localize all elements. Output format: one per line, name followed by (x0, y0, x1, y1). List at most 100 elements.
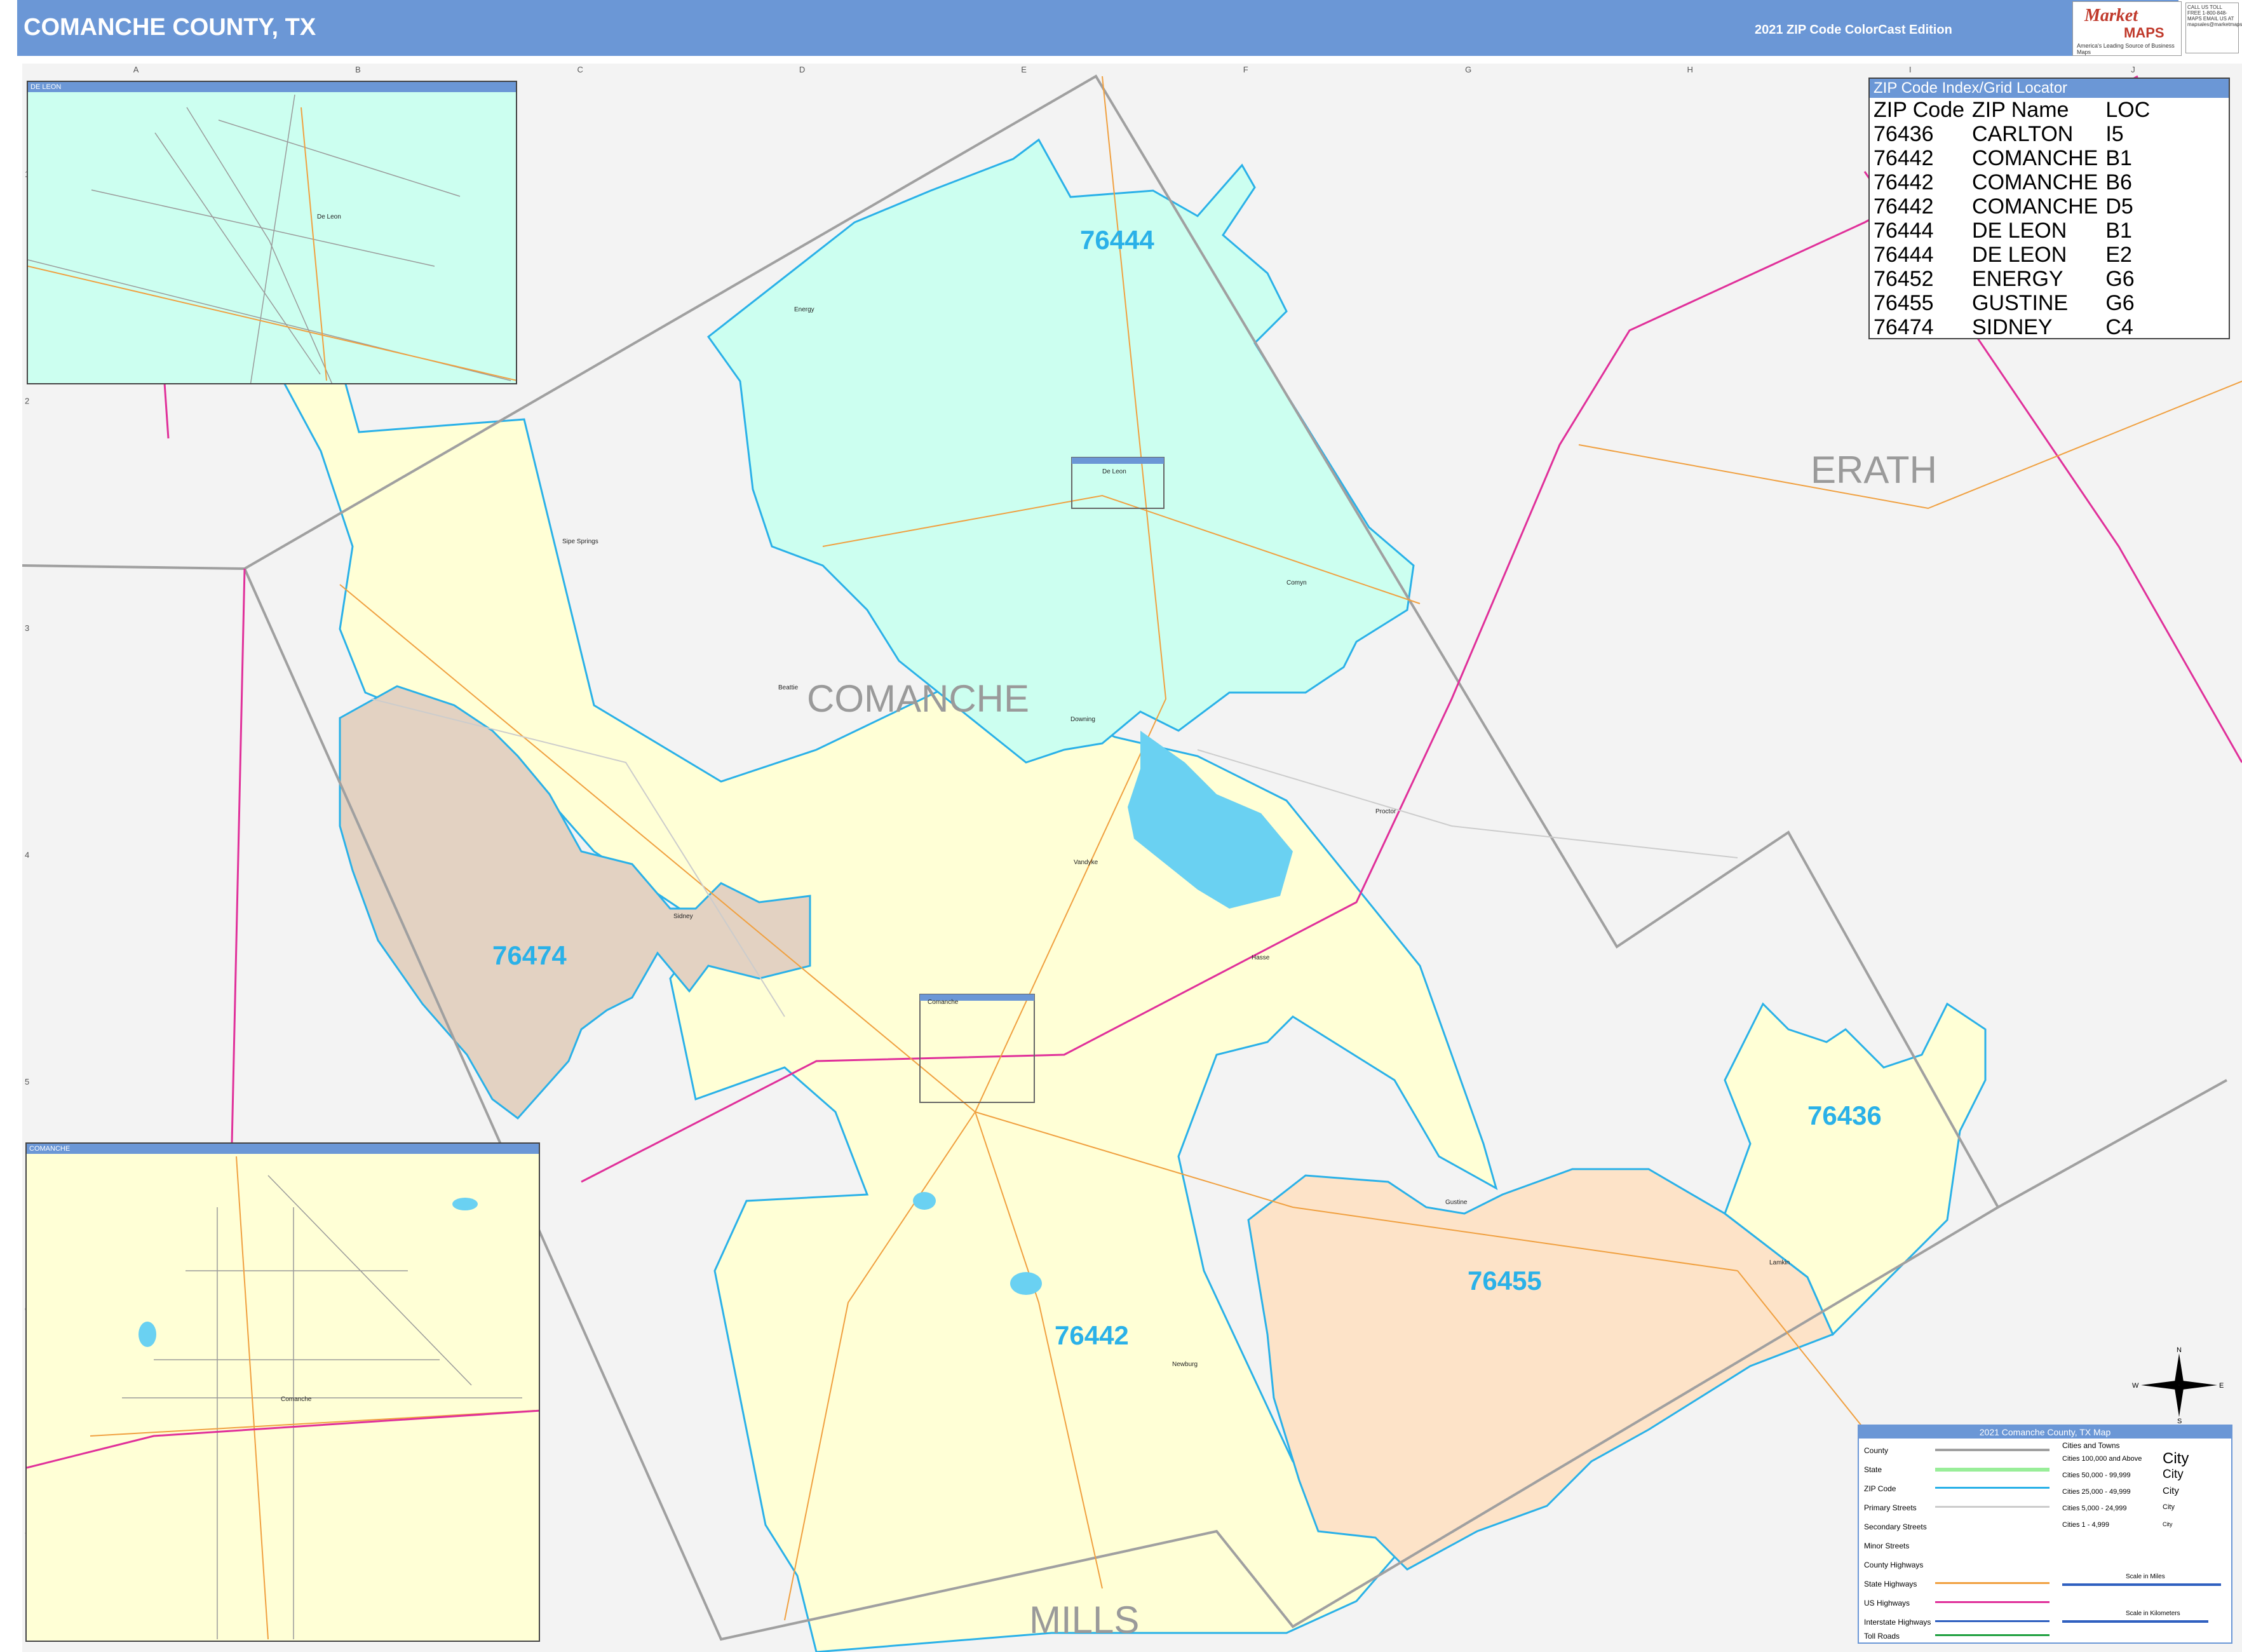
legend-title: 2021 Comanche County, TX Map (1859, 1426, 2231, 1439)
zip-index-name: SIDNEY (1972, 315, 2053, 339)
inset-comanche-town: Comanche (281, 1396, 312, 1403)
town-de-leon: De Leon (1102, 468, 1126, 475)
legend-interstate: Interstate Highways (1864, 1618, 1931, 1627)
legend-swatch-primary (1935, 1506, 2050, 1508)
zip-index-code: 76436 (1874, 122, 1934, 146)
county-label-erath: ERATH (1811, 449, 1937, 491)
zip-index-row: 76444 DE LEON E2 (1874, 243, 2158, 267)
town-sidney: Sidney (673, 913, 693, 920)
compass-rose-icon: N S E W (2132, 1347, 2224, 1423)
zip-index-row: 76455 GUSTINE G6 (1874, 291, 2158, 315)
legend-sample-4: City (2163, 1503, 2175, 1511)
legend-us-hwy: US Highways (1864, 1599, 1910, 1608)
zip-code-index: ZIP Code Index/Grid Locator ZIP Code ZIP… (1868, 78, 2230, 339)
legend-cities-header: Cities and Towns (2062, 1441, 2120, 1450)
grid-col-I: I (1909, 65, 1912, 74)
legend-swatch-us-hwy (1935, 1601, 2050, 1603)
grid-row-2: 2 (25, 396, 29, 406)
zip-index-code: 76474 (1874, 315, 1934, 339)
zip-label-76444: 76444 (1080, 225, 1154, 255)
legend-sample-5: City (2163, 1521, 2173, 1527)
legend-class-5: Cities 1 - 4,999 (2062, 1521, 2109, 1529)
legend-toll: Toll Roads (1864, 1632, 1900, 1641)
zip-index-loc: C4 (2105, 315, 2133, 339)
town-vandyke: Vandyke (1074, 859, 1098, 866)
legend-sample-2: City (2163, 1468, 2184, 1481)
zip-index-header-name: ZIP Name (1972, 98, 2069, 122)
zip-index-name: CARLTON (1972, 122, 2074, 146)
town-newburg: Newburg (1172, 1361, 1198, 1368)
zip-index-name: GUSTINE (1972, 291, 2069, 315)
town-lamkin: Lamkin (1769, 1259, 1790, 1266)
legend-scale-km: Scale in Kilometers (2126, 1610, 2180, 1617)
zip-index-code: 76442 (1874, 146, 1934, 170)
zip-label-76474: 76474 (492, 940, 567, 970)
town-comanche: Comanche (928, 999, 959, 1006)
compass-w: W (2132, 1382, 2139, 1390)
town-gustine: Gustine (1445, 1199, 1468, 1206)
grid-col-A: A (133, 65, 139, 74)
zip-index-row: 76444 DE LEON B1 (1874, 219, 2158, 243)
inset-de-leon[interactable]: DE LEON De Leon (27, 81, 517, 384)
county-label-mills: MILLS (1029, 1599, 1139, 1641)
grid-row-5: 5 (25, 1077, 29, 1087)
legend-primary: Primary Streets (1864, 1503, 1917, 1512)
zip-index-row: 76442 COMANCHE B1 (1874, 146, 2158, 170)
logo-maps: MAPS (2124, 25, 2164, 41)
zip-index-code: 76444 (1874, 219, 1934, 243)
legend-minor: Minor Streets (1864, 1541, 1910, 1550)
zip-index-table: ZIP Code ZIP Name LOC 76436 CARLTON I5 7644… (1874, 98, 2158, 339)
legend-class-2: Cities 50,000 - 99,999 (2062, 1472, 2131, 1479)
grid-col-G: G (1465, 65, 1471, 74)
grid-row-3: 3 (25, 623, 29, 633)
zip-index-header-loc: LOC (2105, 98, 2151, 122)
grid-row-4: 4 (25, 850, 29, 860)
legend-sample-1: City (2163, 1450, 2189, 1467)
legend-swatch-interstate (1935, 1620, 2050, 1622)
map-title: COMANCHE COUNTY, TX (24, 14, 316, 41)
grid-col-B: B (355, 65, 361, 74)
logo-tagline: America's Leading Source of Business Map… (2077, 43, 2175, 55)
legend-zip: ZIP Code (1864, 1484, 1896, 1493)
zip-index-header-code: ZIP Code (1874, 98, 1965, 122)
inset-comanche[interactable]: COMANCHE Comanche (25, 1142, 540, 1642)
zip-label-76442: 76442 (1055, 1320, 1129, 1350)
zip-index-row: 76442 COMANCHE B6 (1874, 170, 2158, 194)
zip-index-name: COMANCHE (1972, 170, 2098, 194)
town-energy: Energy (794, 306, 814, 313)
zip-label-76455: 76455 (1468, 1266, 1542, 1296)
legend-secondary: Secondary Streets (1864, 1522, 1927, 1531)
legend-swatch-state-hwy (1935, 1582, 2050, 1584)
zip-index-code: 76442 (1874, 194, 1934, 219)
legend-sample-3: City (2163, 1486, 2179, 1496)
compass-e: E (2219, 1382, 2224, 1390)
inset-de-leon-streets: De Leon (28, 94, 516, 383)
zip-index-code: 76455 (1874, 291, 1934, 315)
town-proctor: Proctor (1375, 808, 1396, 815)
zip-index-code: 76452 (1874, 267, 1934, 291)
map-legend: 2021 Comanche County, TX Map County Stat… (1858, 1425, 2232, 1644)
legend-scale-miles: Scale in Miles (2126, 1573, 2165, 1580)
zip-index-row: 76436 CARLTON I5 (1874, 122, 2158, 146)
zip-index-name: COMANCHE (1972, 194, 2098, 219)
market-maps-logo: Market MAPS America's Leading Source of … (2072, 1, 2182, 56)
legend-swatch-toll (1935, 1634, 2050, 1636)
zip-index-code: 76444 (1874, 243, 1934, 267)
zip-index-name: DE LEON (1972, 219, 2067, 243)
legend-class-1: Cities 100,000 and Above (2062, 1455, 2142, 1463)
zip-index-title: ZIP Code Index/Grid Locator (1870, 79, 2229, 98)
grid-col-E: E (1021, 65, 1027, 74)
grid-col-F: F (1243, 65, 1248, 74)
zip-index-row: 76442 COMANCHE D5 (1874, 194, 2158, 219)
zip-index-loc: B1 (2105, 219, 2132, 243)
zip-index-loc: B1 (2105, 146, 2132, 170)
legend-state: State (1864, 1465, 1882, 1474)
zip-index-row: 76452 ENERGY G6 (1874, 267, 2158, 291)
town-hasse: Hasse (1252, 954, 1270, 961)
zip-index-code: 76442 (1874, 170, 1934, 194)
zip-index-loc: E2 (2105, 243, 2132, 267)
legend-scale-bar-km (2062, 1620, 2208, 1623)
legend-swatch-county (1935, 1449, 2050, 1451)
legend-county: County (1864, 1446, 1889, 1455)
legend-scale-bar-miles (2062, 1583, 2221, 1586)
